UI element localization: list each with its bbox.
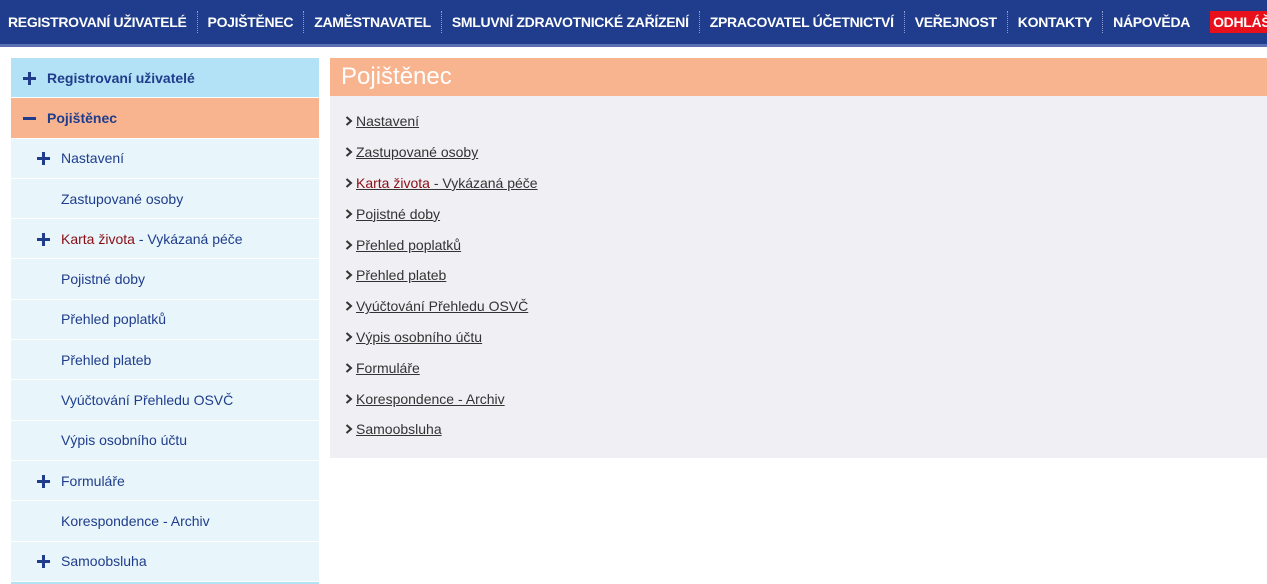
list-item: Přehled poplatků	[330, 229, 1267, 260]
link-life-card[interactable]: Karta života - Vykázaná péče	[356, 175, 538, 191]
plus-icon[interactable]	[23, 71, 37, 85]
sidebar-item-insured[interactable]: Pojištěnec	[11, 98, 319, 139]
link-represented-persons[interactable]: Zastupované osoby	[356, 144, 478, 160]
sidebar-item-label: Přehled poplatků	[61, 311, 167, 328]
chevron-right-icon	[342, 422, 356, 436]
chevron-right-icon	[342, 392, 356, 406]
link-self-service[interactable]: Samoobsluha	[356, 421, 442, 437]
list-item: Formuláře	[330, 352, 1267, 383]
list-item: Vyúčtování Přehledu OSVČ	[330, 291, 1267, 322]
nav-accounting-processor[interactable]: ZPRACOVATEL ÚČETNICTVÍ	[700, 11, 905, 33]
chevron-right-icon	[342, 145, 356, 159]
nav-public[interactable]: VEŘEJNOST	[905, 11, 1008, 33]
link-label-rest: - Vykázaná péče	[429, 174, 538, 191]
chevron-right-icon	[342, 114, 356, 128]
sidebar-item-fees-overview[interactable]: Přehled poplatků	[11, 299, 319, 341]
link-account-statement[interactable]: Výpis osobního účtu	[356, 329, 482, 345]
nav-registered-users[interactable]: REGISTROVANÍ UŽIVATELÉ	[0, 11, 198, 33]
chevron-right-icon	[342, 176, 356, 190]
chevron-right-icon	[342, 361, 356, 375]
link-payments-overview[interactable]: Přehled plateb	[356, 267, 446, 283]
sidebar-item-label: Zastupované osoby	[61, 190, 184, 207]
sidebar-item-life-card[interactable]: Karta života - Vykázaná péče	[11, 219, 319, 260]
link-list: Nastavení Zastupované osoby Karta života…	[330, 96, 1267, 458]
plus-icon[interactable]	[37, 554, 51, 569]
page-title: Pojištěnec	[330, 58, 1267, 96]
list-item: Výpis osobního účtu	[330, 322, 1267, 353]
chevron-right-icon	[342, 299, 356, 313]
sidebar-item-osvc-settlement[interactable]: Vyúčtování Přehledu OSVČ	[11, 380, 319, 421]
chevron-right-icon	[342, 207, 356, 221]
sidebar-item-represented-persons[interactable]: Zastupované osoby	[11, 178, 319, 220]
sidebar: Registrovaní uživatelé Pojištěnec Nastav…	[11, 58, 319, 584]
chevron-right-icon	[342, 238, 356, 252]
list-item: Nastavení	[330, 106, 1267, 137]
sidebar-item-registered-users[interactable]: Registrovaní uživatelé	[11, 58, 319, 99]
sidebar-item-label: Přehled plateb	[61, 351, 152, 368]
chevron-right-icon	[342, 330, 356, 344]
minus-icon[interactable]	[23, 111, 37, 125]
plus-icon[interactable]	[37, 232, 51, 246]
list-item: Přehled plateb	[330, 260, 1267, 291]
plus-icon[interactable]	[37, 151, 51, 166]
top-navigation: REGISTROVANÍ UŽIVATELÉ POJIŠTĚNEC ZAMĚST…	[0, 0, 1267, 47]
sidebar-item-forms[interactable]: Formuláře	[11, 460, 319, 502]
sidebar-item-label: Samoobsluha	[61, 553, 147, 570]
logout-button[interactable]: ODHLÁŠENÍ	[1210, 11, 1267, 33]
sidebar-item-self-service[interactable]: Samoobsluha	[11, 541, 319, 582]
nav-employer[interactable]: ZAMĚSTNAVATEL	[304, 11, 442, 33]
sidebar-item-label: Vyúčtování Přehledu OSVČ	[61, 392, 234, 409]
sidebar-item-label: Výpis osobního účtu	[61, 432, 188, 449]
list-item: Korespondence - Archiv	[330, 383, 1267, 414]
sidebar-item-payments-overview[interactable]: Přehled plateb	[11, 340, 319, 381]
sidebar-item-account-statement[interactable]: Výpis osobního účtu	[11, 420, 319, 461]
sidebar-item-insurance-periods[interactable]: Pojistné doby	[11, 259, 319, 300]
link-insurance-periods[interactable]: Pojistné doby	[356, 206, 440, 222]
sidebar-item-correspondence-archive[interactable]: Korespondence - Archiv	[11, 501, 319, 542]
plus-icon[interactable]	[37, 474, 51, 488]
link-settings[interactable]: Nastavení	[356, 113, 419, 129]
list-item: Samoobsluha	[330, 414, 1267, 445]
list-item: Pojistné doby	[330, 198, 1267, 229]
sidebar-item-label: Pojistné doby	[61, 271, 146, 288]
sidebar-item-label: Korespondence - Archiv	[61, 512, 210, 529]
link-label-highlight: Karta života	[356, 174, 430, 191]
sidebar-item-label-rest: - Vykázaná péče	[134, 230, 243, 247]
sidebar-item-label: Pojištěnec	[47, 109, 118, 126]
nav-healthcare-facility[interactable]: SMLUVNÍ ZDRAVOTNICKÉ ZAŘÍZENÍ	[442, 11, 700, 33]
list-item: Zastupované osoby	[330, 137, 1267, 168]
sidebar-item-label-highlight: Karta života	[61, 230, 135, 247]
list-item: Karta života - Vykázaná péče	[330, 168, 1267, 199]
link-correspondence-archive[interactable]: Korespondence - Archiv	[356, 391, 505, 407]
sidebar-item-label: Nastavení	[61, 150, 125, 167]
nav-contacts[interactable]: KONTAKTY	[1008, 11, 1104, 33]
link-fees-overview[interactable]: Přehled poplatků	[356, 237, 461, 253]
sidebar-item-label: Karta života - Vykázaná péče	[61, 231, 243, 247]
nav-help[interactable]: NÁPOVĚDA	[1103, 11, 1200, 33]
link-forms[interactable]: Formuláře	[356, 360, 420, 376]
sidebar-item-settings[interactable]: Nastavení	[11, 138, 319, 179]
main-panel: Pojištěnec Nastavení Zastupované osoby K…	[330, 58, 1267, 458]
nav-insured[interactable]: POJIŠTĚNEC	[198, 11, 305, 33]
sidebar-item-label: Formuláře	[61, 472, 125, 489]
chevron-right-icon	[342, 268, 356, 282]
link-osvc-settlement[interactable]: Vyúčtování Přehledu OSVČ	[356, 298, 528, 314]
sidebar-item-label: Registrovaní uživatelé	[47, 69, 195, 86]
